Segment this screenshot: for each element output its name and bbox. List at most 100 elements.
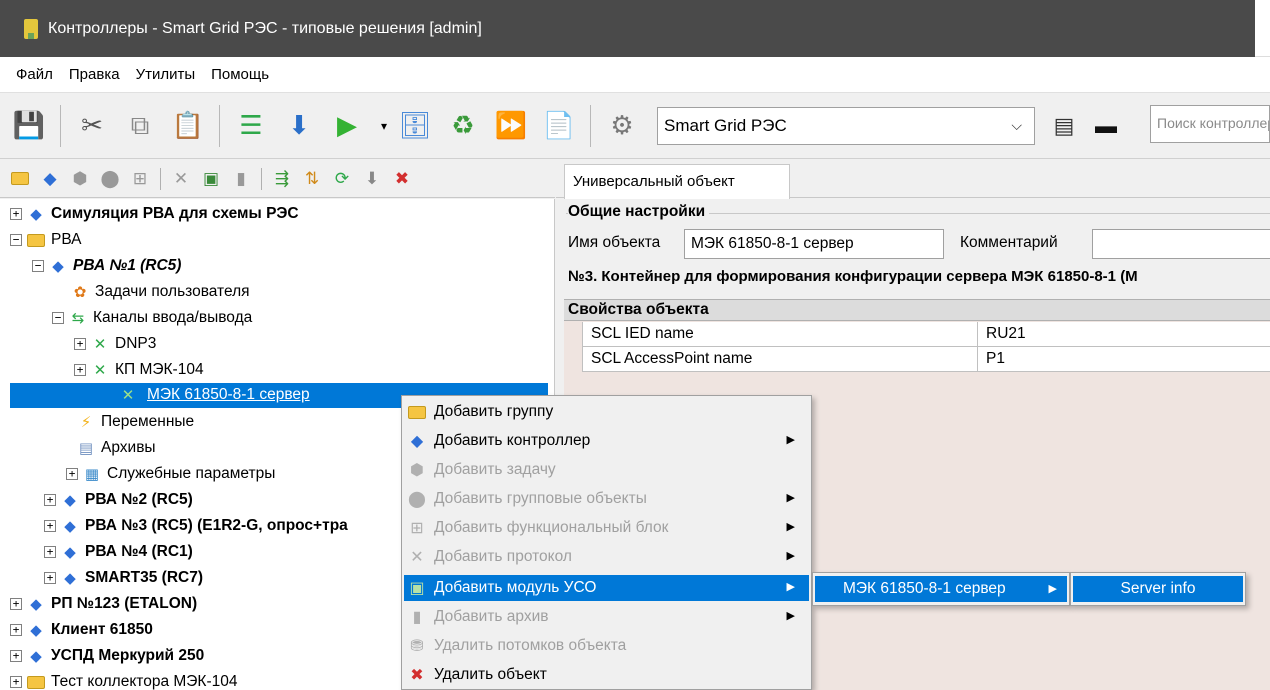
numbered-list-icon[interactable]: ☰: [234, 109, 268, 143]
tree-item[interactable]: ⚡ Переменные: [76, 409, 194, 435]
document-icon[interactable]: 📄: [542, 109, 576, 143]
menu-add-io-module[interactable]: ▣ Добавить модуль УСО ▶: [404, 575, 809, 601]
database-icon[interactable]: 🗄: [398, 109, 432, 143]
expand-icon[interactable]: +: [10, 676, 22, 688]
tree-item-label: Тест коллектора МЭК-104: [51, 673, 238, 690]
tree-item[interactable]: + ◆ РВА №4 (RC1): [44, 539, 193, 565]
folder-icon[interactable]: [10, 169, 30, 189]
expand-icon[interactable]: +: [44, 572, 56, 584]
protocol-icon[interactable]: ✕: [171, 169, 191, 189]
expand-icon[interactable]: +: [74, 338, 86, 350]
expand-icon[interactable]: +: [74, 364, 86, 376]
collapse-icon[interactable]: −: [32, 260, 44, 272]
tab-universal-object[interactable]: Универсальный объект: [564, 164, 790, 199]
tree-item-label: Задачи пользователя: [95, 283, 250, 300]
run-icon[interactable]: ▶: [330, 109, 364, 143]
menu-add-task[interactable]: ⬢ Добавить задачу: [404, 457, 809, 483]
tree-item[interactable]: + ◆ РП №123 (ETALON): [10, 591, 197, 617]
hierarchy-icon[interactable]: ⇶: [272, 169, 292, 189]
expand-icon[interactable]: +: [10, 624, 22, 636]
controller-icon[interactable]: ◆: [40, 169, 60, 189]
menu-add-controller[interactable]: ◆ Добавить контроллер ▶: [404, 428, 809, 454]
property-row[interactable]: SCL AccessPoint name P1: [582, 347, 1270, 372]
sync-icon[interactable]: ♻: [446, 109, 480, 143]
comment-input[interactable]: [1092, 229, 1270, 259]
tree-item[interactable]: + ◆ Симуляция РВА для схемы РЭС: [10, 201, 299, 227]
object-name-input[interactable]: МЭК 61850-8-1 сервер: [684, 229, 944, 259]
refresh-icon[interactable]: ⟳: [332, 169, 352, 189]
tree-item[interactable]: + Тест коллектора МЭК-104: [10, 669, 237, 690]
menu-delete-object[interactable]: ✖ Удалить объект: [404, 662, 809, 688]
collapse-icon[interactable]: −: [52, 312, 64, 324]
archive-icon[interactable]: ▮: [231, 169, 251, 189]
property-value[interactable]: P1: [978, 347, 1270, 372]
controller-icon: ◆: [64, 518, 76, 535]
expand-icon[interactable]: +: [66, 468, 78, 480]
down-circle-icon[interactable]: ⬇: [362, 169, 382, 189]
property-row[interactable]: SCL IED name RU21: [582, 322, 1270, 347]
menu-file[interactable]: Файл: [16, 66, 53, 83]
project-select-value: Smart Grid РЭС: [664, 115, 787, 135]
tree-item[interactable]: + ◆ Клиент 61850: [10, 617, 153, 643]
tree-item[interactable]: + ▦ Служебные параметры: [66, 461, 275, 487]
list-doc-icon[interactable]: ▤: [1047, 109, 1081, 143]
expand-icon[interactable]: +: [10, 598, 22, 610]
tree-item[interactable]: + ✕ КП МЭК-104: [74, 357, 204, 383]
collapse-icon[interactable]: −: [10, 234, 22, 246]
menu-help[interactable]: Помощь: [211, 66, 269, 83]
download-binary-icon[interactable]: ⬇: [282, 109, 316, 143]
module-icon: ▣: [409, 580, 425, 597]
submenu-item-server-info[interactable]: Server info: [1073, 576, 1243, 602]
group-objects-icon[interactable]: ⬤: [100, 169, 120, 189]
tree-item[interactable]: − РВА: [10, 227, 82, 253]
task-icon[interactable]: ⬢: [70, 169, 90, 189]
paste-icon[interactable]: 📋: [171, 109, 205, 143]
expand-icon[interactable]: +: [44, 546, 56, 558]
delete-icon[interactable]: ✖: [392, 169, 412, 189]
object-name-value: МЭК 61850-8-1 сервер: [691, 235, 854, 252]
menu-add-archive[interactable]: ▮ Добавить архив ▶: [404, 604, 809, 630]
object-description: №3. Контейнер для формирования конфигура…: [568, 268, 1138, 285]
tree-item[interactable]: + ✕ DNP3: [74, 331, 156, 357]
tree-item[interactable]: − ⇆ Каналы ввода/вывода: [52, 305, 252, 331]
tree-item[interactable]: + ◆ УСПД Меркурий 250: [10, 643, 204, 669]
tree-item[interactable]: ▤ Архивы: [76, 435, 156, 461]
menu-add-protocol[interactable]: ✕ Добавить протокол ▶: [404, 544, 809, 570]
tree-item[interactable]: + ◆ РВА №3 (RC5) (E1R2-G, опрос+тра: [44, 513, 348, 539]
tree-item-label: МЭК 61850-8-1 сервер: [147, 386, 310, 403]
tree-item[interactable]: − ◆ РВА №1 (RC5): [32, 253, 181, 279]
expand-icon[interactable]: +: [10, 208, 22, 220]
console-icon[interactable]: ▬: [1089, 109, 1123, 143]
expand-icon[interactable]: +: [44, 520, 56, 532]
module-icon[interactable]: ▣: [201, 169, 221, 189]
menu-add-group[interactable]: Добавить группу: [404, 399, 809, 425]
project-select[interactable]: Smart Grid РЭС ⌵: [657, 106, 1035, 145]
menu-delete-children[interactable]: ⛃ Удалить потомков объекта: [404, 633, 809, 659]
sort-icon[interactable]: ⇅: [302, 169, 322, 189]
menu-item-label: Добавить контроллер: [434, 432, 591, 449]
copy-icon[interactable]: ⧉: [123, 109, 157, 143]
app-icon: [24, 18, 38, 39]
menu-edit[interactable]: Правка: [69, 66, 120, 83]
menu-utilities[interactable]: Утилиты: [136, 66, 196, 83]
search-controller-input[interactable]: Поиск контроллер: [1150, 105, 1270, 143]
submenu-io-modules: МЭК 61850-8-1 сервер ▶: [812, 572, 1070, 606]
menu-add-function-block[interactable]: ⊞ Добавить функциональный блок ▶: [404, 515, 809, 541]
function-block-icon[interactable]: ⊞: [130, 169, 150, 189]
expand-icon[interactable]: +: [10, 650, 22, 662]
menu-add-group-objects[interactable]: ⬤ Добавить групповые объекты ▶: [404, 486, 809, 512]
cut-icon[interactable]: ✂: [75, 109, 109, 143]
submenu-item-iec-server[interactable]: МЭК 61850-8-1 сервер ▶: [815, 576, 1067, 602]
fast-forward-icon[interactable]: ⏩: [494, 109, 528, 143]
tree-item-label: РВА №4 (RC1): [85, 543, 193, 560]
title-bar: Контроллеры - Smart Grid РЭС - типовые р…: [0, 0, 1270, 57]
tree-item[interactable]: ✿ Задачи пользователя: [70, 279, 250, 305]
tree-item[interactable]: + ◆ РВА №2 (RC5): [44, 487, 193, 513]
dropdown-arrow-icon[interactable]: ▾: [378, 109, 390, 143]
save-icon[interactable]: 💾: [12, 109, 46, 143]
gear-icon[interactable]: ⚙: [605, 109, 639, 143]
expand-icon[interactable]: +: [44, 494, 56, 506]
property-value[interactable]: RU21: [978, 322, 1270, 347]
tree-item[interactable]: + ◆ SMART35 (RC7): [44, 565, 203, 591]
folder-icon: [26, 673, 46, 690]
